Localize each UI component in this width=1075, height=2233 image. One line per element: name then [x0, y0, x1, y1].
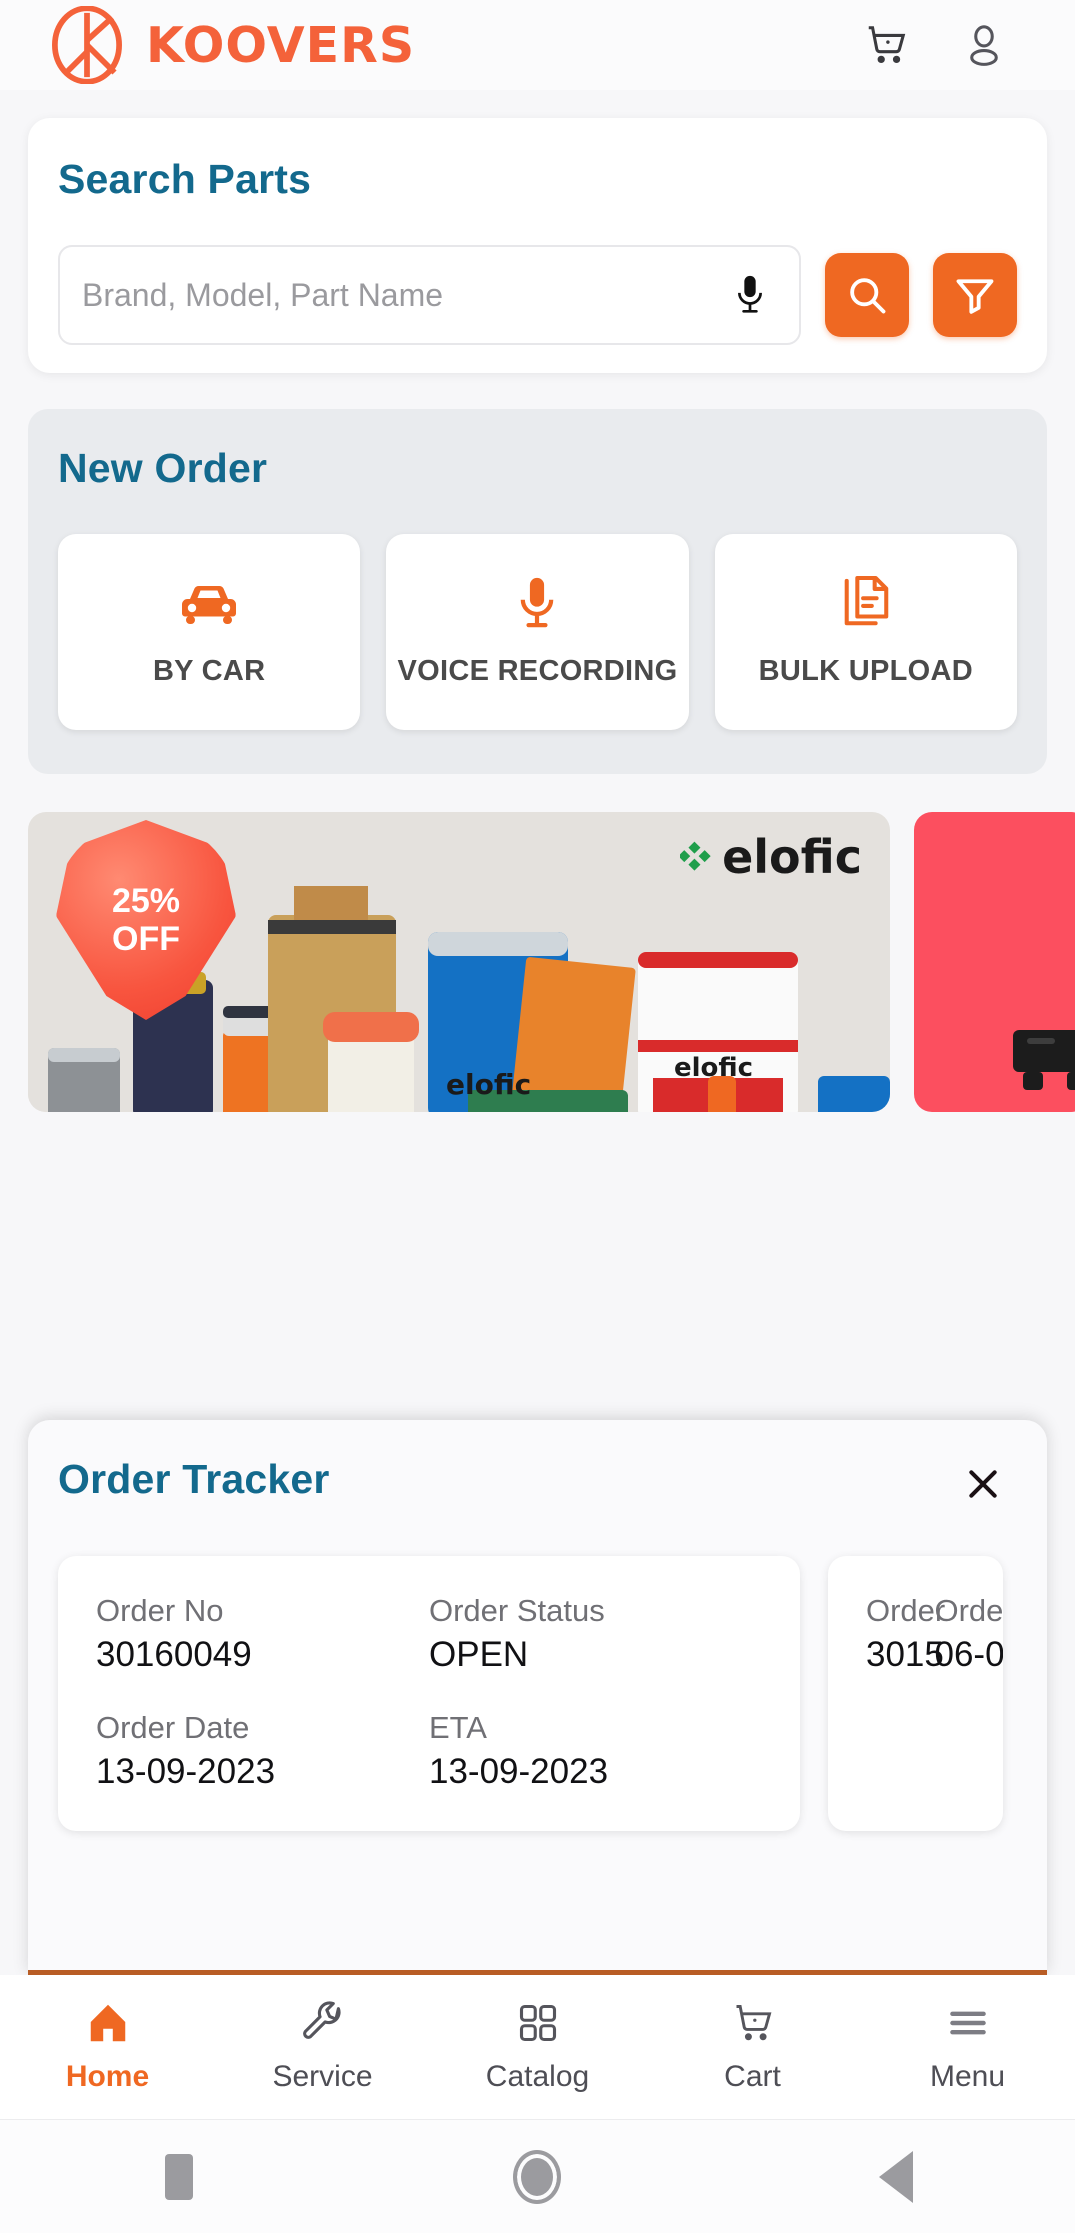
nav-label: Service: [272, 2060, 373, 2093]
order-no-field: Order No 30160049: [96, 1590, 429, 1677]
eta-field: ETA 13-09-2023: [429, 1707, 762, 1794]
search-parts-title: Search Parts: [58, 156, 312, 202]
nav-item-home[interactable]: Home: [0, 2000, 215, 2094]
nav-label: Catalog: [485, 2060, 590, 2093]
back-button[interactable]: [717, 2150, 1075, 2203]
new-order-card: New Order BY CAR VOICE RECORDING BULK UP…: [28, 409, 1047, 774]
filter-button[interactable]: [933, 253, 1017, 337]
wrench-icon: [301, 2000, 345, 2046]
funnel-filter-icon: [956, 279, 994, 314]
order-tracker-header: Order Tracker: [58, 1456, 1017, 1512]
close-tracker-button[interactable]: [955, 1456, 1011, 1512]
nav-label: Home: [65, 2060, 150, 2093]
new-order-tiles: BY CAR VOICE RECORDING BULK UPLOAD: [58, 534, 1017, 730]
discount-percent: 25%: [111, 881, 181, 920]
field-value: 13-09-2023: [429, 1752, 609, 1792]
elofic-brand-logo: elofic: [680, 830, 862, 884]
microphone-icon: [738, 275, 762, 313]
microphone-icon: [514, 573, 560, 635]
promo-banner-secondary[interactable]: [914, 812, 1075, 1112]
grid-squares-icon: [516, 2000, 560, 2046]
car-icon: [178, 573, 240, 635]
field-label: Order No: [96, 1593, 224, 1628]
new-order-title: New Order: [58, 445, 268, 491]
search-input[interactable]: [82, 276, 727, 314]
field-label: Order Status: [429, 1593, 605, 1628]
close-x-icon: [969, 1470, 997, 1498]
search-parts-card: Search Parts: [28, 118, 1047, 373]
bottom-navigation: Home Service Catalog Cart Menu: [0, 1975, 1075, 2120]
order-date-field: Order Date 13-09-2023: [96, 1707, 429, 1794]
discount-label: OFF: [112, 920, 180, 958]
hamburger-menu-icon: [946, 2000, 990, 2046]
order-cards-carousel[interactable]: Order No 30160049 Order Status OPEN Orde…: [58, 1556, 1017, 1831]
brand-logo[interactable]: KOOVERS: [50, 6, 415, 84]
tile-label: BY CAR: [152, 655, 266, 688]
field-label: Order: [866, 1593, 946, 1628]
promo-banner-carousel[interactable]: elofic elofic 25% OFF elofic: [28, 812, 1075, 1112]
header-actions: [863, 22, 1037, 68]
tile-voice-recording[interactable]: VOICE RECORDING: [386, 534, 689, 730]
order-card[interactable]: Order No 30160049 Order Status OPEN Orde…: [58, 1556, 800, 1831]
home-icon: [85, 2000, 131, 2046]
order-status-field: Order Status OPEN: [429, 1590, 762, 1677]
tile-label: BULK UPLOAD: [758, 655, 973, 688]
elofic-leaf-icon: [680, 841, 711, 871]
shopping-cart-icon[interactable]: [863, 22, 909, 68]
square-recents-icon: [165, 2153, 194, 2200]
elofic-wordmark: elofic: [722, 830, 862, 884]
home-button[interactable]: [358, 2149, 716, 2204]
shopping-cart-icon: [731, 2000, 775, 2046]
product-image: [1013, 1030, 1075, 1090]
document-copy-icon: [839, 573, 893, 635]
nav-item-catalog[interactable]: Catalog: [430, 2000, 645, 2094]
field-label: Order: [934, 1593, 1004, 1628]
field-value: 30160049: [96, 1634, 252, 1674]
tile-bulk-upload[interactable]: BULK UPLOAD: [714, 534, 1017, 730]
search-button[interactable]: [825, 253, 909, 337]
circle-home-icon: [513, 2149, 562, 2204]
nav-item-cart[interactable]: Cart: [645, 2000, 860, 2094]
svg-text:elofic: elofic: [446, 1068, 531, 1101]
magnifier-icon: [850, 278, 886, 314]
promo-banner-elofic[interactable]: elofic elofic 25% OFF elofic: [28, 812, 890, 1112]
voice-search-button[interactable]: [727, 269, 773, 321]
app-screen: KOOVERS Search Parts Brand, Model, Part …: [0, 0, 1075, 2233]
order-tracker-title: Order Tracker: [58, 1456, 330, 1502]
field-value: 3015: [866, 1634, 944, 1674]
nav-item-service[interactable]: Service: [215, 2000, 430, 2094]
field-label: Order Date: [96, 1710, 250, 1746]
app-header: KOOVERS: [0, 0, 1075, 90]
tile-by-car[interactable]: BY CAR: [58, 534, 361, 730]
nav-label: Cart: [724, 2060, 781, 2093]
koovers-circle-k-logo: [52, 6, 122, 84]
svg-text:elofic: elofic: [674, 1053, 753, 1083]
field-value: 13-09-2023: [96, 1752, 276, 1792]
order-date-field: Order 06-09: [935, 1590, 1004, 1795]
triangle-back-icon: [878, 2150, 913, 2203]
nav-item-menu[interactable]: Menu: [860, 2000, 1075, 2094]
tile-label: VOICE RECORDING: [397, 655, 678, 688]
field-label: ETA: [429, 1710, 487, 1746]
search-input-wrapper[interactable]: [58, 245, 801, 345]
recents-button[interactable]: [0, 2153, 358, 2200]
order-card[interactable]: Order 3015 Order 06-09: [828, 1556, 1003, 1831]
order-tracker-sheet: Order Tracker Order No 30160049 Order St…: [28, 1420, 1047, 1975]
order-no-field: Order 3015: [866, 1590, 946, 1795]
field-value: 06-09: [934, 1634, 1004, 1674]
nav-label: Menu: [929, 2060, 1006, 2093]
status-badge: OPEN: [429, 1634, 529, 1674]
user-account-icon[interactable]: [961, 22, 1007, 68]
search-row: [58, 245, 1017, 345]
brand-name: KOOVERS: [146, 16, 416, 74]
android-system-navigation-bar: [0, 2120, 1075, 2233]
